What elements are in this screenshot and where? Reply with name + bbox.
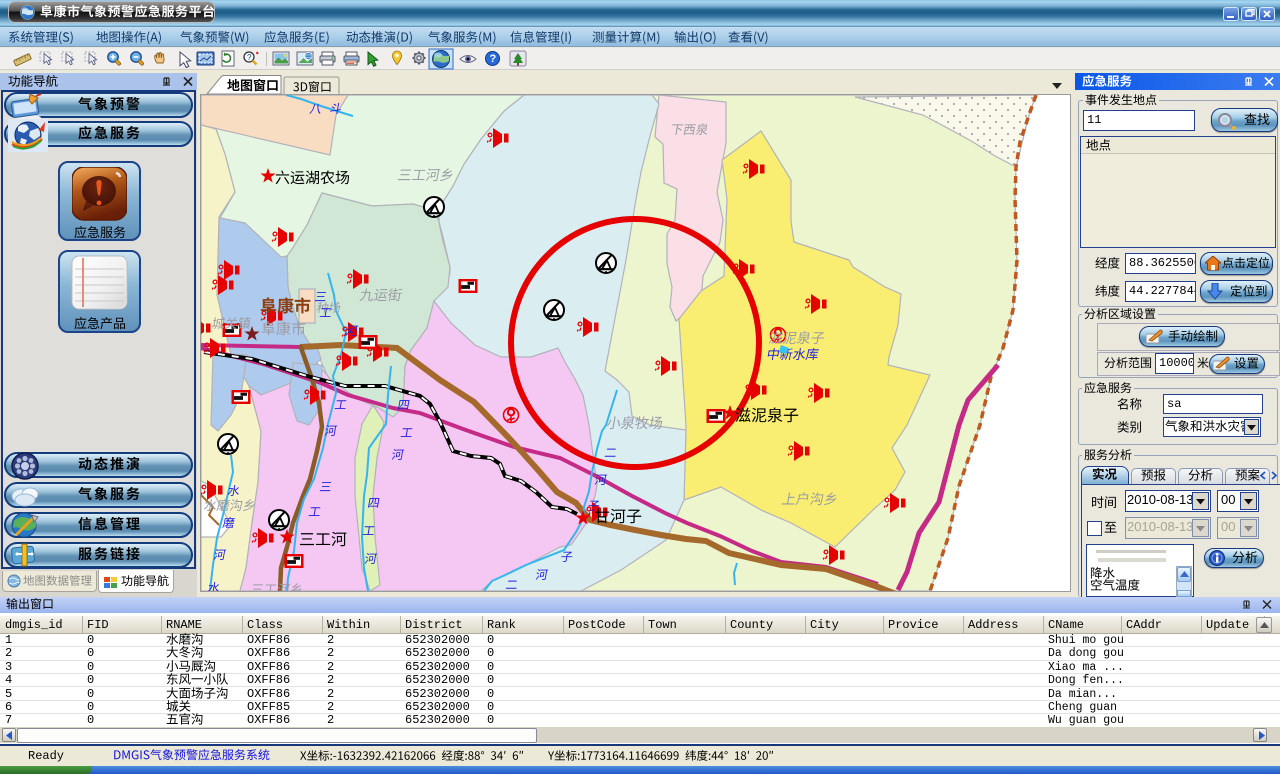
svg-text:?: ? bbox=[490, 53, 497, 65]
svg-text:?: ? bbox=[247, 53, 252, 62]
